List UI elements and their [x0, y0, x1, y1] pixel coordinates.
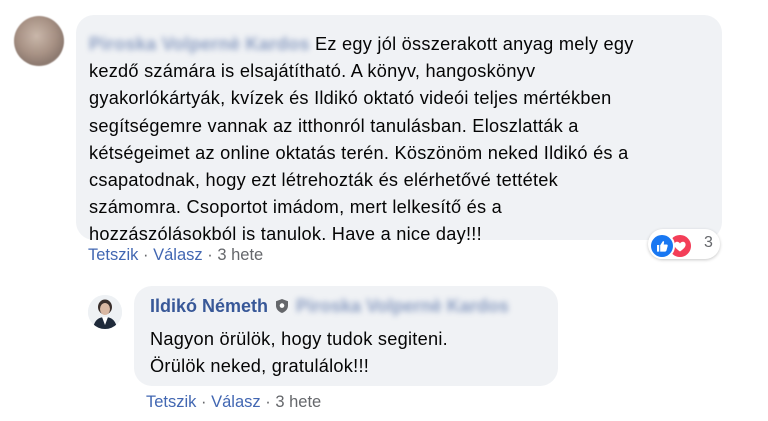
separator-dot: ·	[201, 393, 207, 411]
separator-dot: ·	[265, 393, 271, 411]
commenter-name[interactable]: Piroska Volpernè Kardos	[89, 31, 310, 58]
top-fan-shield-icon	[274, 294, 290, 313]
reply-actions: Tetszik · Válasz · 3 hete	[146, 393, 321, 412]
comment-line: segítségemre vannak az itthonról tanulás…	[89, 115, 579, 136]
timestamp[interactable]: 3 hete	[217, 246, 263, 264]
comment-actions: Tetszik · Válasz · 3 hete	[88, 246, 263, 265]
reply-line: Örülök neked, gratulálok!!!	[150, 356, 370, 377]
comment-line: csapatodnak, hogy ezt létrehozták és elé…	[89, 170, 558, 191]
like-link[interactable]: Tetszik	[88, 246, 138, 264]
comment-line: kezdő számára is elsajátítható. A könyv,…	[89, 61, 536, 82]
timestamp[interactable]: 3 hete	[275, 393, 321, 411]
comment-line: Ez egy jól összerakott anyag mely egy	[315, 34, 634, 54]
separator-dot: ·	[143, 246, 149, 264]
comment-line: számomra. Csoportot imádom, mert lelkesí…	[89, 197, 503, 218]
like-link[interactable]: Tetszik	[146, 393, 196, 411]
reply-link[interactable]: Válasz	[153, 246, 203, 264]
reply-link[interactable]: Válasz	[211, 393, 261, 411]
reply-line: Nagyon örülök, hogy tudok segiteni.	[150, 329, 448, 349]
tagged-name[interactable]: Piroska Volpernè Kardos	[296, 292, 509, 320]
reply-bubble: Ildikó Németh Piroska Volpernè Kardos Nag…	[134, 286, 558, 386]
reactions-summary[interactable]: 3	[648, 229, 720, 259]
commenter-avatar[interactable]	[14, 16, 64, 66]
replier-name[interactable]: Ildikó Németh	[150, 296, 268, 316]
reply-body: Nagyon örülök, hogy tudok segiteni. Örül…	[150, 326, 448, 380]
replier-avatar[interactable]	[88, 295, 122, 329]
comment-line: gyakorlókártyák, kvízek és Ildikó oktató…	[89, 88, 612, 109]
separator-dot: ·	[207, 246, 213, 264]
comment-line: kétségeimet az online oktatás terén. Kös…	[89, 142, 629, 163]
comment-body: Piroska Volpernè Kardos Ez egy jól össze…	[89, 31, 634, 249]
reply-author-row: Ildikó Németh Piroska Volpernè Kardos	[150, 292, 509, 320]
reaction-count: 3	[704, 234, 713, 251]
like-icon	[649, 233, 675, 259]
comment-line: hozzászólásokból is tanulok. Have a nice…	[89, 224, 482, 245]
comment-bubble: Piroska Volpernè Kardos Ez egy jól össze…	[76, 15, 722, 244]
